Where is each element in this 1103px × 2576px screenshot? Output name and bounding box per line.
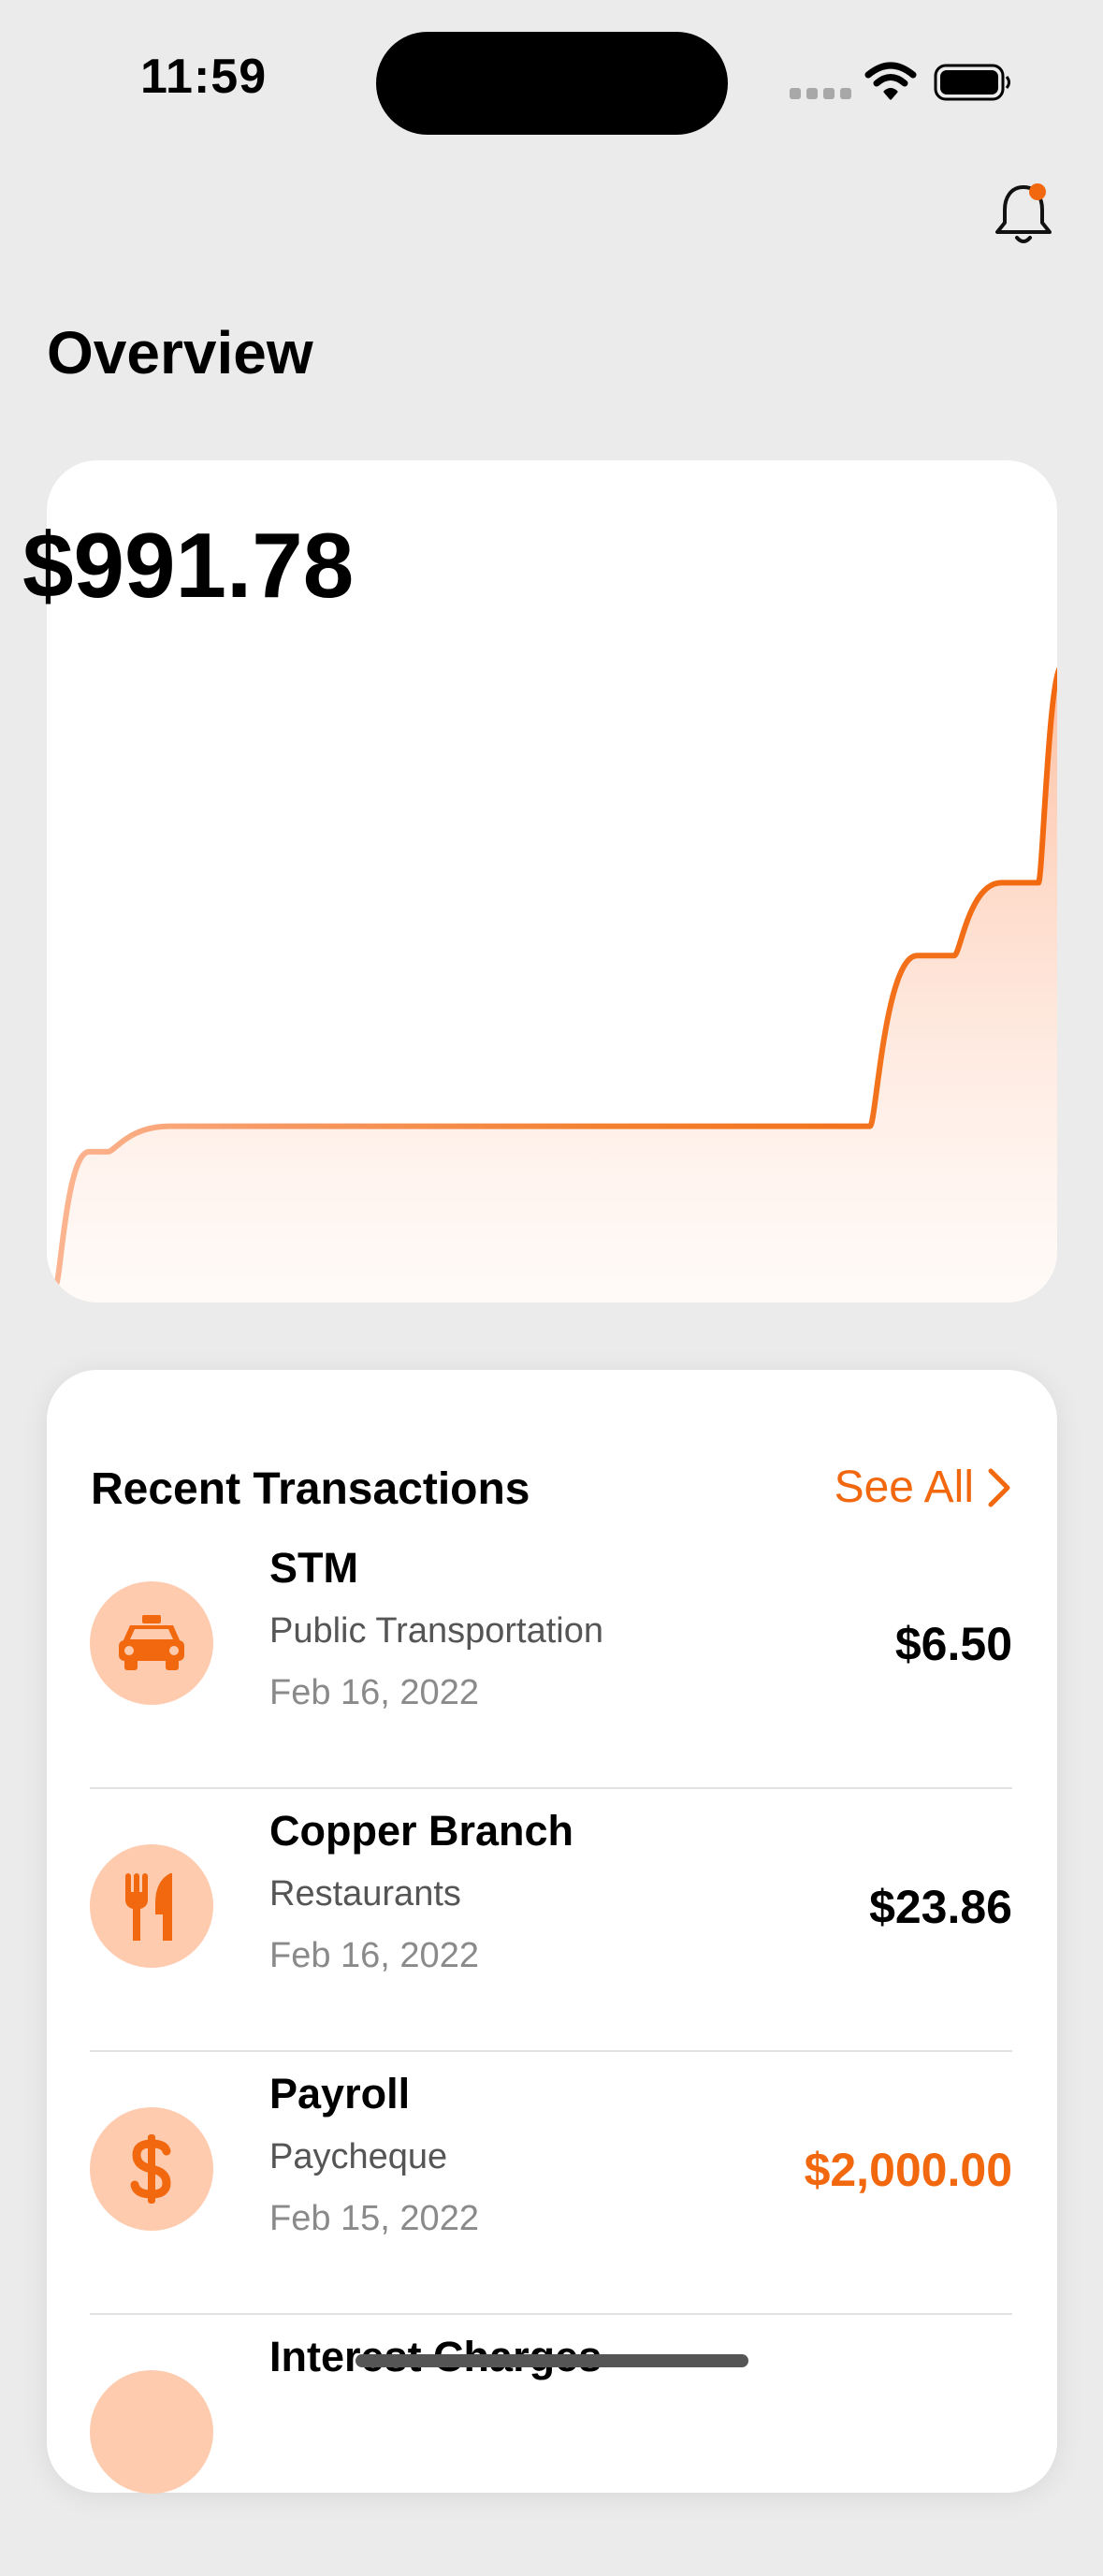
page-title: Overview: [47, 319, 313, 386]
unread-badge: [1029, 183, 1046, 200]
transaction-date: Feb 15, 2022: [269, 2199, 479, 2238]
dynamic-island: [376, 32, 728, 135]
recent-transactions-heading: Recent Transactions: [91, 1464, 530, 1514]
chevron-right-icon: [988, 1468, 1010, 1506]
transaction-icon-badge: [90, 1581, 213, 1705]
transaction-amount: $23.86: [869, 1881, 1012, 1933]
see-all-button[interactable]: See All: [835, 1462, 1011, 1513]
taxi-icon: [119, 1615, 184, 1670]
transaction-icon-badge: [90, 2370, 213, 2494]
battery-icon: [934, 64, 1010, 101]
bell-icon: [995, 183, 1052, 243]
transaction-name: Payroll: [269, 2070, 411, 2118]
transaction-date: Feb 16, 2022: [269, 1936, 479, 1975]
transaction-row[interactable]: STM Public Transportation Feb 16, 2022 $…: [90, 1525, 1012, 1789]
transaction-row[interactable]: Copper Branch Restaurants Feb 16, 2022 $…: [90, 1788, 1012, 2052]
cellular-signal-icon: [790, 88, 851, 99]
see-all-label: See All: [834, 1463, 974, 1512]
home-indicator[interactable]: [356, 2354, 748, 2367]
wifi-icon: [864, 62, 917, 100]
balance-area-fill: [47, 676, 1057, 1303]
fork-knife-icon: [125, 1873, 172, 1941]
transaction-amount: $2,000.00: [804, 2144, 1012, 2196]
transaction-category: Paycheque: [269, 2137, 448, 2176]
transaction-date: Feb 16, 2022: [269, 1673, 479, 1712]
transaction-amount: $6.50: [894, 1618, 1012, 1670]
transaction-row[interactable]: Payroll Paycheque Feb 15, 2022 $2,000.00: [90, 2051, 1012, 2315]
status-bar: 11:59: [0, 0, 1103, 150]
transaction-category: Restaurants: [269, 1874, 461, 1914]
dollar-icon: [130, 2134, 171, 2204]
transaction-icon-badge: [90, 1844, 213, 1968]
balance-amount: $991.78: [22, 514, 355, 617]
status-time: 11:59: [140, 50, 268, 104]
transaction-icon-badge: [90, 2107, 213, 2231]
notification-button[interactable]: [986, 178, 1061, 253]
transaction-row[interactable]: Interest Charges: [90, 2314, 1012, 2576]
transaction-name: STM: [269, 1544, 358, 1592]
transaction-category: Public Transportation: [269, 1611, 603, 1651]
transaction-name: Copper Branch: [269, 1807, 574, 1855]
